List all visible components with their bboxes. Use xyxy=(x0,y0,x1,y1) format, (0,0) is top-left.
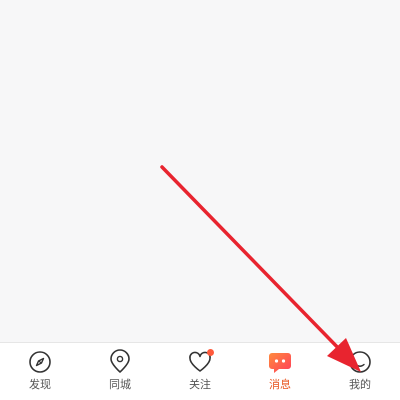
tab-label: 我的 xyxy=(349,378,371,391)
main-content-area xyxy=(0,0,400,342)
compass-icon xyxy=(29,351,51,373)
profile-icon xyxy=(349,351,371,373)
chat-bubble-icon xyxy=(269,353,291,373)
notification-badge-dot xyxy=(207,349,214,356)
tab-nearby[interactable]: 同城 xyxy=(80,343,160,400)
tab-profile[interactable]: 我的 xyxy=(320,343,400,400)
location-pin-icon xyxy=(110,349,130,373)
tab-label: 同城 xyxy=(109,378,131,391)
tab-label: 发现 xyxy=(29,378,51,391)
tab-label: 消息 xyxy=(269,378,291,391)
tab-messages[interactable]: 消息 xyxy=(240,343,320,400)
tab-discover[interactable]: 发现 xyxy=(0,343,80,400)
bottom-tab-bar: 发现 同城 关注 消息 我的 xyxy=(0,342,400,400)
tab-following[interactable]: 关注 xyxy=(160,343,240,400)
tab-label: 关注 xyxy=(189,378,211,391)
app-screen: 发现 同城 关注 消息 我的 xyxy=(0,0,400,400)
